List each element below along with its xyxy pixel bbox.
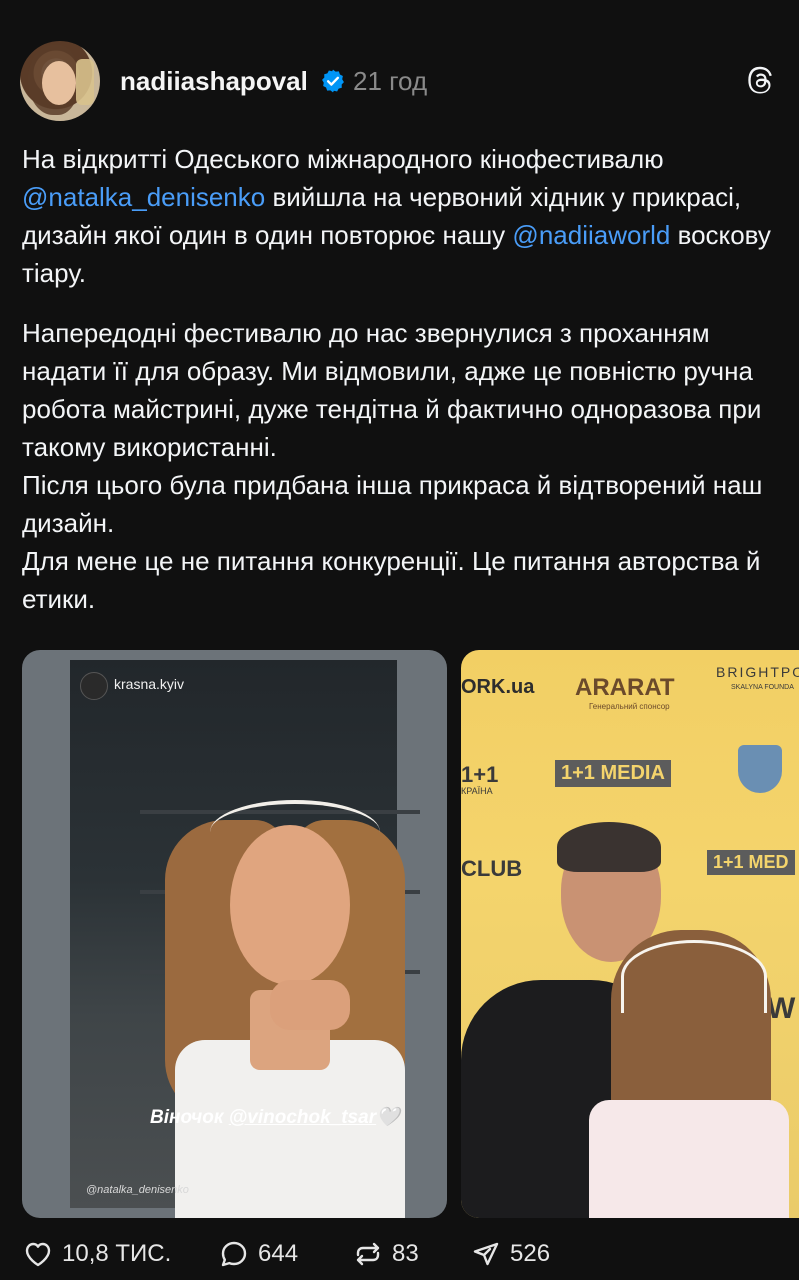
username[interactable]: nadiiashapoval (120, 66, 308, 97)
action-bar: 10,8 ТИС. 644 83 526 (0, 1224, 799, 1280)
story-caption: Віночок @vinochok_tsar🤍 (150, 1107, 400, 1128)
tiara-illustration (621, 940, 767, 1013)
heart-icon (25, 1242, 51, 1267)
sponsor-logo: ARARAT (575, 674, 675, 701)
sponsor-subtitle: SKALYNA FOUNDA (731, 684, 794, 691)
story-username: krasna.kyiv (114, 676, 185, 692)
sponsor-subtitle: Генеральний спонсор (589, 702, 670, 711)
tiara-illustration (210, 800, 380, 864)
post-body: На відкритті Одеського міжнародного кіно… (22, 140, 782, 618)
threads-logo-icon[interactable] (742, 64, 778, 100)
send-icon (473, 1242, 499, 1266)
paragraph-4: Для мене це не питання конкуренції. Це п… (22, 546, 761, 614)
sponsor-logo: ORK.ua (461, 676, 535, 698)
sponsor-logo: 1+1 MED (707, 850, 795, 875)
repost-icon (356, 1242, 380, 1266)
post-time: 21 год (353, 66, 428, 96)
like-button[interactable]: 10,8 ТИС. (22, 1238, 171, 1270)
paragraph-1: На відкритті Одеського міжнародного кіно… (22, 144, 771, 288)
sponsor-subtitle: КРАЇНА (461, 786, 493, 796)
comment-icon (221, 1241, 247, 1267)
like-count: 10,8 ТИС. (62, 1240, 172, 1267)
comment-button[interactable]: 644 (218, 1238, 298, 1270)
sponsor-logo: 1+1 MEDIA (555, 760, 671, 787)
story-avatar (80, 672, 108, 700)
share-count: 526 (510, 1240, 551, 1267)
sponsor-logo: 1+1 (461, 762, 499, 787)
mention-link[interactable]: @natalka_denisenko (22, 182, 265, 212)
paragraph-2: Напередодні фестивалю до нас звернулися … (22, 318, 762, 462)
avatar[interactable] (20, 41, 100, 121)
repost-count: 83 (392, 1240, 419, 1267)
comment-count: 644 (258, 1240, 299, 1267)
paragraph-3: Після цього була придбана інша прикраса … (22, 470, 763, 538)
verified-badge-icon (322, 69, 344, 93)
post-image-2[interactable]: ORK.ua ARARAT Генеральний спонсор BRIGHT… (461, 650, 799, 1218)
post-image-1[interactable]: krasna.kyiv Віночок @vinochok_tsar🤍 @nat… (22, 650, 447, 1218)
story-mention: @natalka_denisenko (86, 1184, 189, 1196)
sponsor-logo: BRIGHTPO (716, 664, 799, 680)
repost-button[interactable]: 83 (352, 1238, 419, 1270)
sponsor-logo: CLUB (461, 856, 523, 881)
post-header: nadiiashapoval 21 год (0, 0, 799, 150)
shield-logo-icon (738, 745, 782, 793)
mention-link[interactable]: @nadiiaworld (512, 220, 670, 250)
sponsor-logo: W (767, 992, 796, 1025)
share-button[interactable]: 526 (470, 1238, 550, 1270)
